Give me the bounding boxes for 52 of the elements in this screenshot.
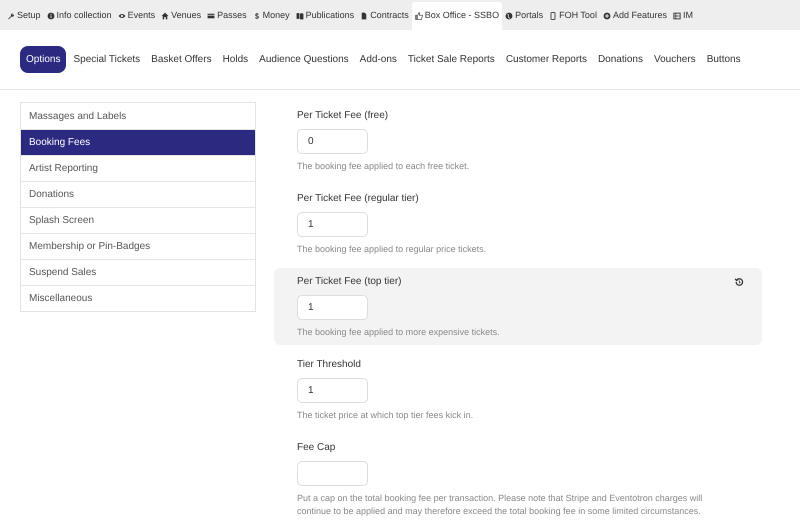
sub-tab[interactable]: Buttons — [702, 46, 745, 73]
sub-tab[interactable]: Vouchers — [650, 46, 700, 73]
field-label: Fee Cap — [297, 441, 336, 455]
eye-icon — [118, 12, 126, 20]
input-field[interactable] — [297, 461, 368, 486]
nav-tab[interactable]: Venues — [158, 2, 204, 30]
documents-icon — [296, 12, 304, 20]
input-field[interactable]: 1 — [297, 212, 368, 237]
wrench-icon — [7, 12, 15, 20]
sub-tab[interactable]: Customer Reports — [502, 46, 591, 73]
input-field[interactable]: 1 — [297, 295, 368, 320]
input-field[interactable]: 0 — [297, 129, 368, 154]
field-label: Per Ticket Fee (top tier) — [297, 275, 402, 289]
phone-icon — [549, 12, 558, 20]
help-text: The ticket price at which top tier fees kick in. — [297, 409, 474, 422]
sub-tab[interactable]: Options — [20, 46, 66, 73]
input-field[interactable]: 1 — [297, 378, 368, 403]
nav-tab[interactable]: Contracts — [357, 2, 412, 30]
sub-tab[interactable]: Ticket Sale Reports — [404, 46, 499, 73]
field-label: Per Ticket Fee (regular tier) — [297, 192, 420, 206]
sidebar-item[interactable]: Booking Fees — [21, 129, 255, 155]
nav-tab[interactable]: Setup — [4, 2, 44, 30]
sub-tab[interactable]: Add-ons — [356, 46, 401, 73]
field-label: Per Ticket Fee (free) — [297, 109, 390, 123]
sub-tab[interactable]: Basket Offers — [147, 46, 216, 73]
nav-tab[interactable]: Box Office - SSBO — [412, 2, 502, 30]
sub-tab[interactable]: Special Tickets — [69, 46, 144, 73]
reset-history-icon[interactable] — [734, 277, 744, 287]
document-icon — [360, 12, 368, 20]
help-text: The booking fee applied to more expensive tickets. — [297, 326, 501, 339]
help-text: Put a cap on the total booking fee per transaction. Please note that Stripe and Eventotron charges will continue to be applied and may therefore exceed the total booking fee in some limited circumstances. — [297, 492, 704, 518]
nav-tab[interactable]: Passes — [204, 2, 250, 30]
nav-tab[interactable]: FOH Tool — [546, 2, 600, 30]
sub-tab[interactable]: Audience Questions — [255, 46, 353, 73]
field-label: Tier Threshold — [297, 358, 362, 372]
card-icon — [207, 12, 216, 20]
nav-tab[interactable]: IM — [670, 2, 696, 30]
dollar-icon — [252, 12, 261, 20]
nav-tab[interactable]: Events — [114, 2, 158, 30]
nav-tab[interactable]: Portals — [502, 2, 546, 30]
info-icon — [46, 12, 55, 20]
house-icon — [161, 12, 170, 20]
help-text: The booking fee applied to regular price tickets. — [297, 243, 488, 256]
plus-circle-icon — [602, 12, 611, 20]
nav-tab[interactable]: Info collection — [44, 2, 115, 30]
nav-tab[interactable]: Add Features — [600, 2, 670, 30]
nav-tab[interactable]: Publications — [292, 2, 358, 30]
sub-tab[interactable]: Donations — [594, 46, 647, 73]
nav-tab[interactable]: Money — [250, 2, 293, 30]
help-text: The booking fee applied to each free ticket. — [297, 160, 470, 173]
thumbs-up-icon — [414, 12, 423, 20]
sub-tab[interactable]: Holds — [218, 46, 252, 73]
